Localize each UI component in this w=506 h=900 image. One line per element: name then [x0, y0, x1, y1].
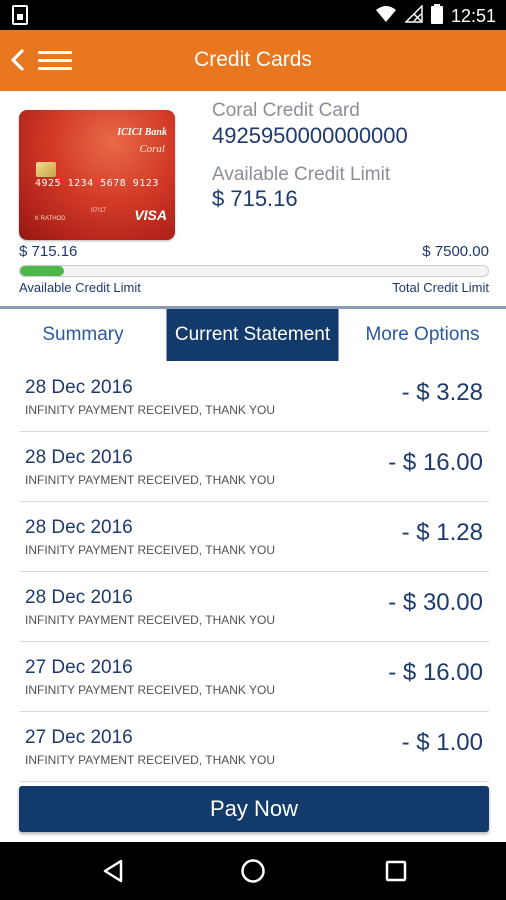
navigation-bar	[0, 842, 506, 900]
tab-summary[interactable]: Summary	[0, 309, 167, 361]
transaction-amount: - $ 30.00	[388, 589, 483, 616]
tab-bar: Summary Current Statement More Options	[0, 309, 506, 361]
transaction-description: INFINITY PAYMENT RECEIVED, THANK YOU	[25, 683, 276, 697]
available-limit-caption: Available Credit Limit	[19, 280, 141, 295]
transaction-description: INFINITY PAYMENT RECEIVED, THANK YOU	[25, 473, 276, 487]
transaction-description: INFINITY PAYMENT RECEIVED, THANK YOU	[25, 403, 276, 417]
sim-card-icon	[12, 5, 28, 30]
transaction-date: 27 Dec 2016	[25, 727, 133, 748]
credit-card-image: ICICI Bank Coral 4925 1234 5678 9123 07/…	[19, 110, 175, 240]
card-expiry: 07/17	[91, 208, 107, 214]
transaction-list: 28 Dec 2016 INFINITY PAYMENT RECEIVED, T…	[0, 362, 506, 782]
card-chip-icon	[36, 162, 56, 177]
app-bar: Credit Cards	[0, 30, 506, 91]
no-signal-icon	[404, 4, 423, 28]
transaction-amount: - $ 1.00	[401, 729, 483, 756]
transaction-amount: - $ 3.28	[401, 379, 483, 406]
transaction-description: INFINITY PAYMENT RECEIVED, THANK YOU	[25, 543, 276, 557]
total-limit-caption: Total Credit Limit	[392, 280, 489, 295]
credit-limit-progress-fill	[20, 266, 65, 276]
status-time: 12:51	[450, 6, 496, 26]
transaction-row[interactable]: 28 Dec 2016 INFINITY PAYMENT RECEIVED, T…	[19, 502, 489, 572]
transaction-description: INFINITY PAYMENT RECEIVED, THANK YOU	[25, 753, 276, 767]
card-holder: K RATHOD	[35, 216, 66, 222]
total-amount: $ 7500.00	[422, 243, 489, 260]
transaction-date: 28 Dec 2016	[25, 517, 133, 538]
card-image-number: 4925 1234 5678 9123	[35, 178, 159, 189]
transaction-date: 27 Dec 2016	[25, 657, 133, 678]
recents-square-icon[interactable]	[381, 856, 411, 886]
transaction-amount: - $ 16.00	[388, 659, 483, 686]
transaction-date: 28 Dec 2016	[25, 587, 133, 608]
card-number: 4925950000000000	[212, 123, 408, 148]
transaction-amount: - $ 16.00	[388, 449, 483, 476]
available-limit-value: $ 715.16	[212, 186, 298, 211]
credit-limit-progress	[19, 265, 489, 277]
transaction-date: 28 Dec 2016	[25, 377, 133, 398]
pay-now-button[interactable]: Pay Now	[19, 786, 489, 832]
visa-logo: VISA	[134, 207, 167, 223]
tab-more-options[interactable]: More Options	[338, 309, 506, 361]
transaction-description: INFINITY PAYMENT RECEIVED, THANK YOU	[25, 613, 276, 627]
back-triangle-icon[interactable]	[98, 856, 128, 886]
transaction-row[interactable]: 28 Dec 2016 INFINITY PAYMENT RECEIVED, T…	[19, 572, 489, 642]
card-brand: Coral	[139, 143, 165, 155]
transaction-date: 28 Dec 2016	[25, 447, 133, 468]
tab-current-statement[interactable]: Current Statement	[167, 309, 338, 361]
card-name: Coral Credit Card	[212, 100, 360, 121]
transaction-row[interactable]: 28 Dec 2016 INFINITY PAYMENT RECEIVED, T…	[19, 362, 489, 432]
home-circle-icon[interactable]	[238, 856, 268, 886]
wifi-icon	[375, 5, 397, 28]
battery-icon	[430, 4, 443, 29]
status-bar: 12:51	[0, 0, 506, 30]
page-title: Credit Cards	[194, 48, 312, 71]
transaction-row[interactable]: 28 Dec 2016 INFINITY PAYMENT RECEIVED, T…	[19, 432, 489, 502]
available-amount: $ 715.16	[19, 243, 78, 260]
transaction-amount: - $ 1.28	[401, 519, 483, 546]
available-limit-label: Available Credit Limit	[212, 164, 391, 185]
transaction-row[interactable]: 27 Dec 2016 INFINITY PAYMENT RECEIVED, T…	[19, 712, 489, 782]
transaction-row[interactable]: 27 Dec 2016 INFINITY PAYMENT RECEIVED, T…	[19, 642, 489, 712]
card-bank-logo: ICICI Bank	[117, 127, 167, 138]
